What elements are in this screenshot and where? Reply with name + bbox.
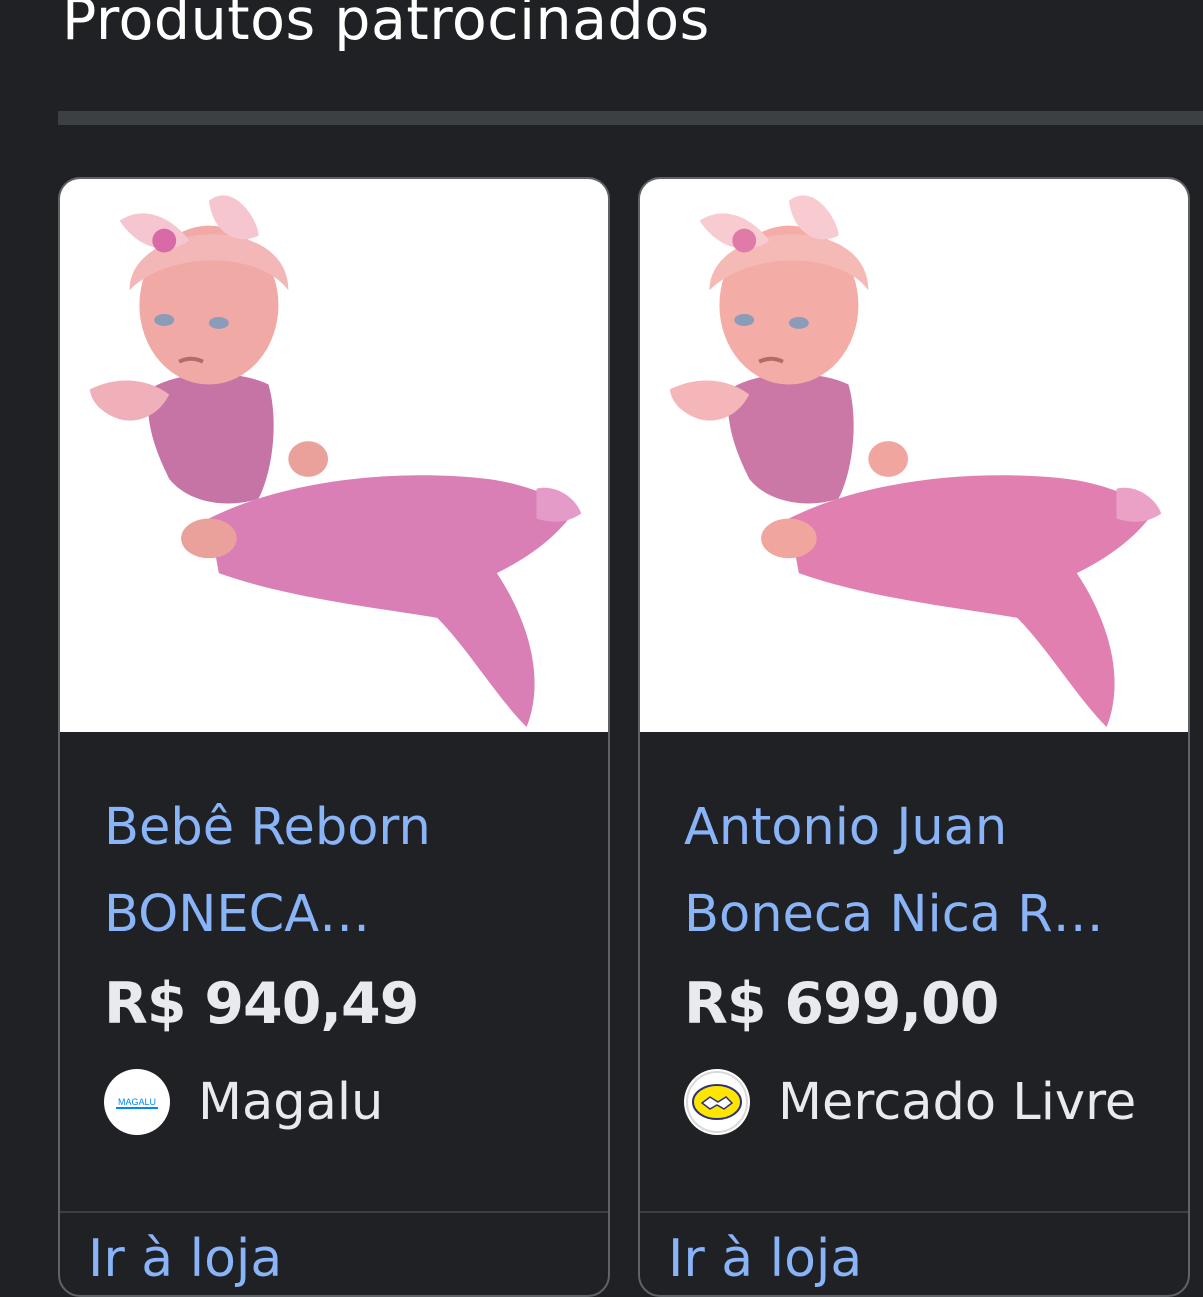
product-title-line[interactable]: BONECA… xyxy=(104,871,574,958)
doll-product-image xyxy=(60,181,608,730)
merchant: Mercado Livre xyxy=(684,1067,1136,1137)
magalu-logo-icon: MAGALU xyxy=(104,1069,170,1135)
product-title-line[interactable]: Bebê Reborn xyxy=(104,784,574,871)
card-divider xyxy=(60,1211,608,1213)
product-price: R$ 699,00 xyxy=(684,971,999,1037)
product-card[interactable]: Antonio Juan Boneca Nica R… R$ 699,00 Me… xyxy=(638,177,1190,1297)
doll-product-image xyxy=(640,181,1188,730)
product-image[interactable] xyxy=(640,179,1188,732)
merchant-name: Magalu xyxy=(198,1072,384,1132)
product-title-line[interactable]: Boneca Nica R… xyxy=(684,871,1154,958)
mercado-livre-logo-icon xyxy=(684,1069,750,1135)
merchant: MAGALU Magalu xyxy=(104,1067,383,1137)
section-title: Produtos patrocinados xyxy=(62,0,710,53)
card-divider xyxy=(640,1211,1188,1213)
store-link[interactable]: Ir à loja xyxy=(668,1229,862,1289)
section-divider xyxy=(58,111,1203,125)
svg-text:MAGALU: MAGALU xyxy=(118,1097,156,1107)
store-link[interactable]: Ir à loja xyxy=(88,1229,282,1289)
product-price: R$ 940,49 xyxy=(104,971,419,1037)
product-card[interactable]: Bebê Reborn BONECA… R$ 940,49 MAGALU Mag… xyxy=(58,177,610,1297)
product-image[interactable] xyxy=(60,179,608,732)
merchant-name: Mercado Livre xyxy=(778,1072,1137,1132)
product-title-line[interactable]: Antonio Juan xyxy=(684,784,1154,871)
product-title[interactable]: Antonio Juan Boneca Nica R… xyxy=(684,784,1154,958)
product-title[interactable]: Bebê Reborn BONECA… xyxy=(104,784,574,958)
